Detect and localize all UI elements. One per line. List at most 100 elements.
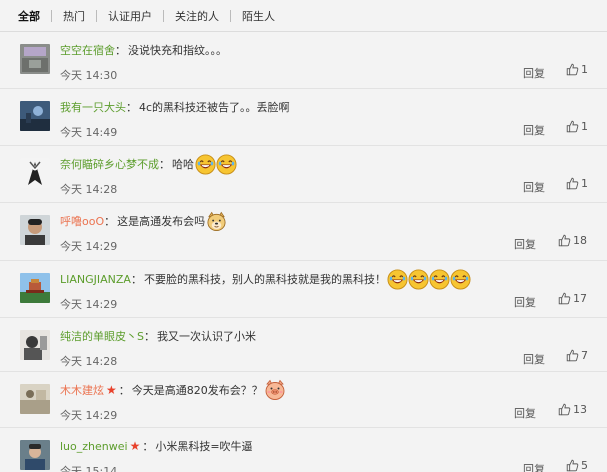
thumbs-up-icon <box>566 177 579 190</box>
comment-timestamp: 今天 14:29 <box>60 409 118 422</box>
comment-text: 我又一次认识了小米 <box>156 330 256 343</box>
thumbs-up-icon <box>566 349 579 362</box>
comment-line: 空空在宿舍：没说快充和指纹。。。 <box>60 40 227 60</box>
like-button[interactable]: 13 <box>558 403 587 416</box>
emoji-group <box>195 153 237 175</box>
like-count: 1 <box>581 63 588 76</box>
vip-star-icon: ★ <box>129 439 141 453</box>
comment-timestamp: 今天 14:28 <box>60 355 118 368</box>
like-button[interactable]: 1 <box>566 120 588 133</box>
like-button[interactable]: 18 <box>558 234 587 247</box>
comment-username[interactable]: 空空在宿舍 <box>60 42 115 58</box>
tab-all[interactable]: 全部 <box>18 0 40 31</box>
comment-colon: ： <box>104 215 116 228</box>
reply-button[interactable]: 回复 <box>523 351 545 367</box>
laughing-face-icon <box>195 153 216 175</box>
like-button[interactable]: 5 <box>566 459 588 472</box>
comment-colon: ： <box>142 440 154 453</box>
comment-timestamp: 今天 14:29 <box>60 240 118 253</box>
emoji-group <box>264 379 286 401</box>
emoji-group <box>387 268 471 290</box>
like-button[interactable]: 1 <box>566 177 588 190</box>
comment-colon: ： <box>159 158 170 171</box>
comment-line: luo_zhenwei ★：小米黑科技=吹牛逼 <box>60 436 253 456</box>
comment-line: 奈何瞄碎乡心梦不成：哈哈 <box>60 153 237 175</box>
comment-username[interactable]: 奈何瞄碎乡心梦不成 <box>60 156 159 172</box>
avatar[interactable] <box>20 44 50 74</box>
like-count: 7 <box>581 349 588 362</box>
comment-text: 这是高通发布会吗 <box>117 215 206 228</box>
comment-username[interactable]: luo_zhenwei <box>60 440 128 453</box>
tab-verified-users[interactable]: 认证用户 <box>108 0 152 31</box>
laughing-face-icon <box>387 268 408 290</box>
reply-button[interactable]: 回复 <box>514 405 536 421</box>
comment-row: 奈何瞄碎乡心梦不成：哈哈今天 14:28 回复 1 <box>0 146 607 203</box>
avatar[interactable] <box>20 101 50 131</box>
comment-row: 空空在宿舍：没说快充和指纹。。。 今天 14:30 回复 1 <box>0 32 607 89</box>
comment-colon: ： <box>118 384 130 397</box>
reply-button[interactable]: 回复 <box>514 236 536 252</box>
comment-colon: ： <box>115 44 126 57</box>
like-count: 1 <box>581 177 588 190</box>
reply-button[interactable]: 回复 <box>523 179 545 195</box>
reply-button[interactable]: 回复 <box>523 461 545 472</box>
laughing-face-icon <box>216 153 237 175</box>
pig-face-icon <box>265 379 285 400</box>
comment-timestamp: 今天 14:28 <box>60 183 118 196</box>
comment-line: 呼噜ooO：这是高通发布会吗 <box>60 211 227 231</box>
thumbs-up-icon <box>558 234 571 247</box>
comment-username[interactable]: 呼噜ooO <box>60 213 104 229</box>
like-button[interactable]: 7 <box>566 349 588 362</box>
tab-divider <box>51 9 52 22</box>
avatar[interactable] <box>20 330 50 360</box>
comment-text: 没说快充和指纹。。。 <box>128 44 227 57</box>
comment-timestamp: 今天 14:30 <box>60 69 118 82</box>
thumbs-up-icon <box>566 459 579 472</box>
like-count: 18 <box>573 234 587 247</box>
laughing-face-icon <box>450 268 471 290</box>
comment-username[interactable]: 木木建炫 <box>60 382 104 398</box>
comment-timestamp: 今天 15:14 <box>60 465 118 472</box>
reply-button[interactable]: 回复 <box>523 65 545 81</box>
comment-username[interactable]: LIANGJIANZA <box>60 273 131 286</box>
tab-hot[interactable]: 热门 <box>63 0 85 31</box>
comment-line: LIANGJIANZA：不要脸的黑科技，别人的黑科技就是我的黑科技！ <box>60 268 471 290</box>
tab-following[interactable]: 关注的人 <box>175 0 219 31</box>
comment-row: 呼噜ooO：这是高通发布会吗今天 14:29 回复 18 <box>0 203 607 261</box>
comment-colon: ： <box>126 101 137 114</box>
comment-text: 不要脸的黑科技，别人的黑科技就是我的黑科技！ <box>143 273 386 286</box>
comment-text: 小米黑科技=吹牛逼 <box>155 440 253 453</box>
comment-row: 我有一只大头： 4c的黑科技还被告了。。丢脸啊今天 14:49 回复 1 <box>0 89 607 146</box>
comment-panel: 全部 热门 认证用户 关注的人 陌生人 空空在宿舍：没说快充和指纹。。。 今天 1… <box>0 0 607 472</box>
comment-text: 4c的黑科技还被告了。。丢脸啊 <box>139 101 290 114</box>
reply-button[interactable]: 回复 <box>514 294 536 310</box>
vip-star-icon: ★ <box>106 383 117 397</box>
comment-row: 木木建炫 ★：今天是高通820发布会？？ 今天 14:29 回复 13 <box>0 372 607 428</box>
laughing-face-icon <box>429 268 450 290</box>
tab-divider <box>163 9 164 22</box>
tab-strangers[interactable]: 陌生人 <box>242 0 275 31</box>
comment-colon: ： <box>130 273 142 286</box>
reply-button[interactable]: 回复 <box>523 122 545 138</box>
avatar[interactable] <box>20 273 50 303</box>
comment-list: 空空在宿舍：没说快充和指纹。。。 今天 14:30 回复 1 我有一只大头： 4c的黑科技… <box>0 31 607 472</box>
avatar[interactable] <box>20 215 50 245</box>
like-button[interactable]: 1 <box>566 63 588 76</box>
avatar[interactable] <box>20 158 50 188</box>
comment-timestamp: 今天 14:49 <box>60 126 118 139</box>
comment-row: 纯洁的单眼皮丶S：我又一次认识了小米今天 14:28 回复 7 <box>0 318 607 372</box>
emoji-group <box>206 211 227 232</box>
comment-colon: ： <box>143 330 155 343</box>
comment-username[interactable]: 我有一只大头 <box>60 99 126 115</box>
comment-text: 哈哈 <box>172 158 194 171</box>
like-count: 1 <box>581 120 588 133</box>
comment-row: luo_zhenwei ★：小米黑科技=吹牛逼今天 15:14 回复 5 <box>0 428 607 472</box>
comment-line: 我有一只大头： 4c的黑科技还被告了。。丢脸啊 <box>60 97 290 117</box>
comment-line: 纯洁的单眼皮丶S：我又一次认识了小米 <box>60 326 256 346</box>
comment-timestamp: 今天 14:29 <box>60 298 118 311</box>
avatar[interactable] <box>20 384 50 414</box>
comment-text: 今天是高通820发布会？？ <box>131 384 263 397</box>
comment-username[interactable]: 纯洁的单眼皮丶S <box>60 328 144 344</box>
like-button[interactable]: 17 <box>558 292 587 305</box>
avatar[interactable] <box>20 440 50 470</box>
